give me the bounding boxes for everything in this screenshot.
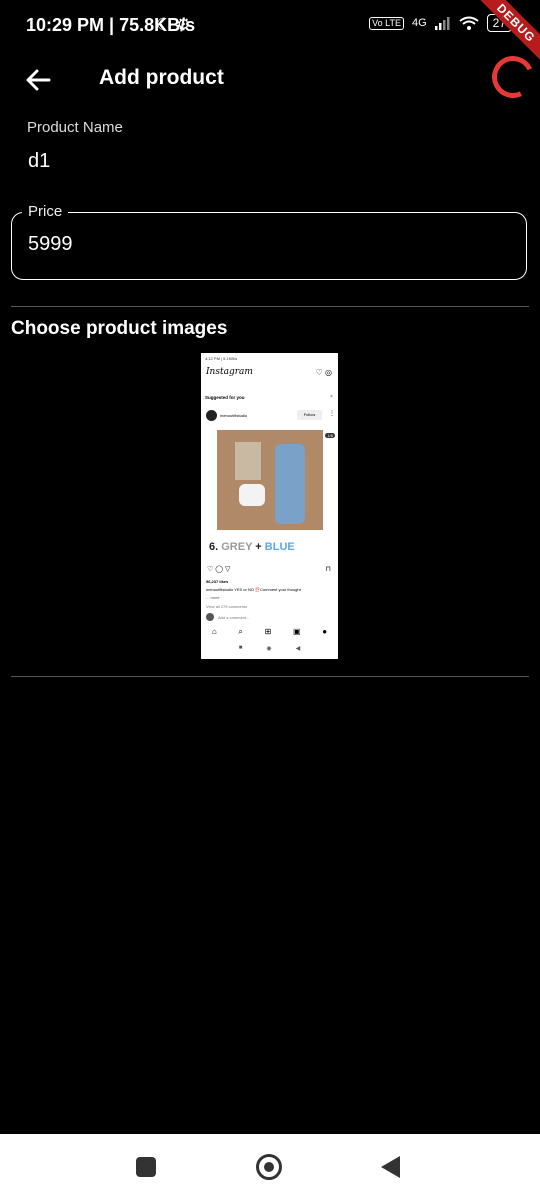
home-button-icon[interactable] — [256, 1154, 282, 1180]
thumb-add-icon: ⊞ — [264, 627, 272, 636]
thumb-status: 4:12 PM | 5.1KB/s — [205, 356, 238, 361]
thumb-suggested: Suggested for you — [205, 395, 245, 400]
thumb-search-icon: ⌕ — [238, 627, 243, 636]
thumb-comments: View all 279 comments — [206, 604, 248, 609]
divider — [11, 306, 529, 307]
status-right-icons: Vo LTE 4G 27 — [369, 14, 512, 32]
thumb-banner: 6. GREY + BLUE — [209, 541, 295, 553]
thumb-banner-blue: BLUE — [264, 541, 295, 553]
thumb-heart-messenger-icon: ♡ ◎ — [315, 368, 332, 377]
thumb-action-icons: ♡ ◯ ▽ — [207, 566, 231, 573]
thumb-caption-more: ... more — [206, 595, 220, 600]
thumb-banner-plus: + — [255, 541, 262, 553]
thumb-home-icon: ⌂ — [211, 627, 217, 636]
thumb-likes: 56,237 likes — [206, 579, 229, 584]
thumb-homebtn-icon: ◉ — [266, 646, 272, 652]
price-label: Price — [22, 203, 69, 220]
thumb-bookmark-icon: ⊓ — [325, 566, 331, 573]
thumb-add-comment: Add a comment... — [218, 615, 250, 620]
thumb-page-badge: 1/8 — [325, 433, 335, 438]
back-arrow-icon[interactable] — [22, 64, 54, 96]
system-nav-bar — [0, 1134, 540, 1200]
product-image-thumbnail[interactable]: 4:12 PM | 5.1KB/s Instagram ♡ ◎ Suggeste… — [201, 353, 338, 659]
app-bar: Add product — [0, 50, 540, 104]
thumb-caption: menoutfitstudio YES or NO ⁉️Comment your… — [206, 587, 301, 592]
back-button-icon[interactable] — [381, 1156, 400, 1178]
section-title-images: Choose product images — [11, 318, 228, 339]
thumb-close-icon: × — [330, 394, 333, 400]
thumb-pants — [235, 442, 261, 480]
thumb-shoes — [239, 484, 265, 506]
thumb-avatar — [206, 410, 217, 421]
thumb-bottom-nav: ⌂ ⌕ ⊞ ▣ ● — [201, 627, 338, 637]
status-left-icons: ☾ ⚙ — [156, 15, 192, 34]
product-name-label: Product Name — [27, 119, 123, 136]
thumb-recents-icon: ■ — [238, 645, 243, 651]
thumb-more-icon: ⋮ — [329, 411, 335, 417]
home-dot — [264, 1162, 274, 1172]
status-bar: 10:29 PM | 75.8KB/s ☾ ⚙ Vo LTE 4G 27 DEB… — [0, 0, 540, 72]
product-name-input[interactable]: d1 — [28, 150, 50, 173]
volte-icon: Vo LTE — [369, 16, 404, 30]
page-title: Add product — [99, 66, 224, 89]
thumb-follow-button: Follow — [297, 410, 322, 420]
network-label: 4G — [411, 17, 427, 29]
thumb-reels-icon: ▣ — [292, 627, 301, 636]
loading-spinner — [486, 50, 540, 104]
thumb-outfit-photo — [217, 430, 323, 530]
price-input[interactable]: 5999 — [28, 233, 73, 256]
thumb-system-nav: ■ ◉ ◀ — [201, 645, 338, 652]
price-field[interactable] — [11, 212, 527, 280]
thumb-banner-num: 6. — [209, 541, 219, 553]
signal-icon — [434, 17, 450, 30]
wifi-icon — [459, 16, 479, 30]
thumb-banner-grey: GREY — [221, 541, 253, 553]
thumb-comment-avatar — [206, 613, 214, 621]
thumb-shirt — [275, 444, 305, 524]
thumb-profile-icon: ● — [322, 627, 328, 636]
thumb-instagram-logo: Instagram — [206, 367, 253, 377]
recents-button-icon[interactable] — [136, 1157, 156, 1177]
thumb-username: menoutfitstudio — [220, 413, 248, 418]
thumb-back-icon: ◀ — [295, 646, 301, 652]
divider — [11, 676, 529, 677]
